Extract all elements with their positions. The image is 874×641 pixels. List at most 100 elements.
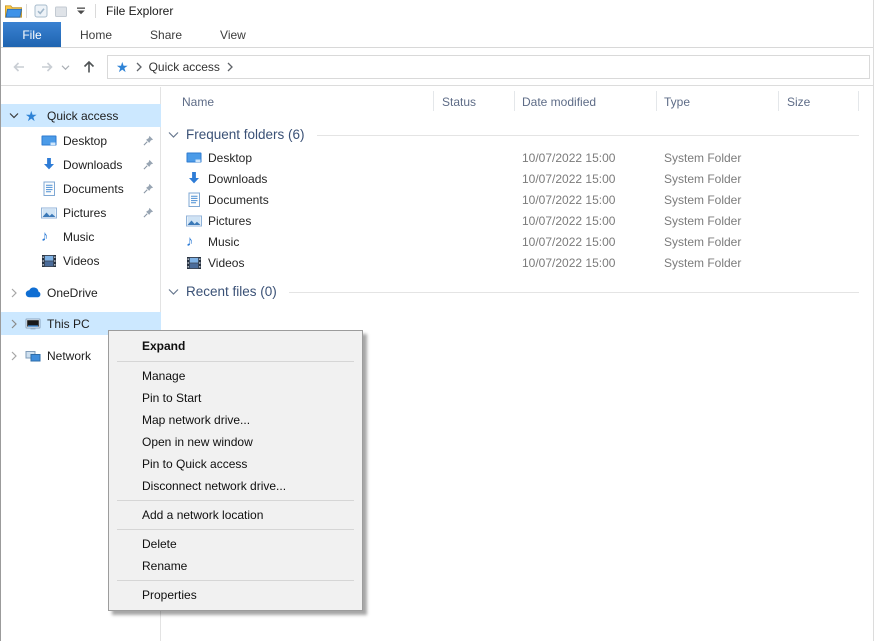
network-icon — [25, 348, 42, 364]
file-row-music[interactable]: ♪ Music 10/07/2022 15:00 System Folder — [162, 232, 873, 253]
file-row-downloads[interactable]: Downloads 10/07/2022 15:00 System Folder — [162, 169, 873, 190]
file-name: Music — [208, 235, 239, 249]
chevron-right-icon[interactable] — [136, 62, 142, 72]
menu-item-open-in-new-window[interactable]: Open in new window — [109, 431, 362, 453]
file-type: System Folder — [664, 151, 741, 165]
file-row-pictures[interactable]: Pictures 10/07/2022 15:00 System Folder — [162, 211, 873, 232]
documents-icon — [41, 181, 58, 197]
file-type: System Folder — [664, 193, 741, 207]
column-header-row: Name Status Date modified Type Size — [162, 87, 873, 115]
file-row-documents[interactable]: Documents 10/07/2022 15:00 System Folder — [162, 190, 873, 211]
divider — [95, 4, 96, 18]
group-rule — [289, 292, 859, 293]
new-folder-button[interactable] — [51, 2, 71, 20]
group-header-label: Frequent folders (6) — [186, 127, 305, 142]
group-header-frequent-folders[interactable]: Frequent folders (6) — [162, 123, 873, 145]
menu-separator — [117, 500, 354, 501]
chevron-right-icon[interactable] — [9, 288, 19, 298]
chevron-right-icon[interactable] — [9, 319, 19, 329]
downloads-icon — [186, 171, 202, 187]
properties-button[interactable] — [31, 2, 51, 20]
up-icon[interactable] — [77, 55, 101, 79]
sidebar-item-label: Videos — [63, 254, 99, 268]
tab-view[interactable]: View — [201, 22, 265, 47]
context-menu: Expand Manage Pin to Start Map network d… — [108, 330, 363, 611]
menu-item-map-network-drive[interactable]: Map network drive... — [109, 409, 362, 431]
menu-item-properties[interactable]: Properties — [109, 584, 362, 606]
column-divider[interactable] — [514, 91, 515, 111]
music-icon: ♪ — [41, 229, 58, 244]
breadcrumb[interactable]: ★ Quick access — [107, 55, 870, 79]
column-divider[interactable] — [656, 91, 657, 111]
file-date-modified: 10/07/2022 15:00 — [522, 235, 615, 249]
column-header-date-modified[interactable]: Date modified — [522, 95, 596, 109]
forward-icon[interactable] — [35, 55, 59, 79]
file-date-modified: 10/07/2022 15:00 — [522, 256, 615, 270]
onedrive-icon — [25, 287, 42, 298]
pin-icon — [143, 135, 154, 149]
menu-item-pin-to-quick-access[interactable]: Pin to Quick access — [109, 453, 362, 475]
chevron-right-icon[interactable] — [227, 62, 233, 72]
file-date-modified: 10/07/2022 15:00 — [522, 172, 615, 186]
sidebar-item-label: Quick access — [47, 109, 118, 123]
sidebar-item-label: Network — [47, 349, 91, 363]
sidebar-item-quick-access[interactable]: ★ Quick access — [1, 104, 161, 127]
chevron-down-icon[interactable] — [168, 130, 179, 139]
breadcrumb-location[interactable]: Quick access — [149, 60, 220, 74]
pictures-icon — [186, 213, 202, 229]
menu-item-add-a-network-location[interactable]: Add a network location — [109, 504, 362, 526]
file-date-modified: 10/07/2022 15:00 — [522, 214, 615, 228]
sidebar-item-label: Desktop — [63, 134, 107, 148]
file-name: Desktop — [208, 151, 252, 165]
recent-locations-dropdown-icon[interactable] — [57, 55, 73, 79]
file-date-modified: 10/07/2022 15:00 — [522, 151, 615, 165]
sidebar-item-documents[interactable]: Documents — [1, 177, 161, 200]
chevron-right-icon[interactable] — [9, 351, 19, 361]
column-header-type[interactable]: Type — [664, 95, 690, 109]
menu-separator — [117, 529, 354, 530]
tab-share[interactable]: Share — [131, 22, 201, 47]
divider — [26, 4, 27, 18]
chevron-down-icon[interactable] — [168, 287, 179, 296]
ribbon-tab-bar: File Home Share View — [1, 22, 873, 48]
sidebar-item-onedrive[interactable]: OneDrive — [1, 281, 161, 304]
customize-quick-access-dropdown-icon[interactable] — [71, 2, 91, 20]
column-divider[interactable] — [433, 91, 434, 111]
file-type: System Folder — [664, 214, 741, 228]
menu-item-expand[interactable]: Expand — [109, 334, 362, 358]
videos-icon — [186, 255, 202, 271]
column-header-name[interactable]: Name — [182, 95, 214, 109]
sidebar-item-downloads[interactable]: Downloads — [1, 153, 161, 176]
sidebar-item-music[interactable]: ♪ Music — [1, 225, 161, 248]
sidebar-item-label: Music — [63, 230, 94, 244]
group-header-recent-files[interactable]: Recent files (0) — [162, 280, 873, 302]
menu-item-disconnect-network-drive[interactable]: Disconnect network drive... — [109, 475, 362, 497]
column-divider[interactable] — [778, 91, 779, 111]
menu-item-manage[interactable]: Manage — [109, 365, 362, 387]
file-type: System Folder — [664, 256, 741, 270]
pictures-icon — [41, 205, 58, 221]
column-header-size[interactable]: Size — [787, 95, 810, 109]
file-row-desktop[interactable]: Desktop 10/07/2022 15:00 System Folder — [162, 148, 873, 169]
sidebar-item-pictures[interactable]: Pictures — [1, 201, 161, 224]
sidebar-item-desktop[interactable]: Desktop — [1, 129, 161, 152]
file-name: Videos — [208, 256, 244, 270]
tab-home[interactable]: Home — [61, 22, 131, 47]
chevron-down-icon[interactable] — [9, 111, 19, 120]
tab-file[interactable]: File — [3, 22, 61, 47]
file-type: System Folder — [664, 172, 741, 186]
column-divider[interactable] — [858, 91, 859, 111]
menu-item-delete[interactable]: Delete — [109, 533, 362, 555]
file-type: System Folder — [664, 235, 741, 249]
sidebar-item-videos[interactable]: Videos — [1, 249, 161, 272]
menu-separator — [117, 580, 354, 581]
group-header-label: Recent files (0) — [186, 284, 277, 299]
menu-item-rename[interactable]: Rename — [109, 555, 362, 577]
column-header-status[interactable]: Status — [442, 95, 476, 109]
documents-icon — [186, 192, 202, 208]
file-name: Documents — [208, 193, 269, 207]
window-title: File Explorer — [106, 4, 173, 18]
back-icon[interactable] — [7, 55, 31, 79]
file-row-videos[interactable]: Videos 10/07/2022 15:00 System Folder — [162, 253, 873, 274]
menu-item-pin-to-start[interactable]: Pin to Start — [109, 387, 362, 409]
